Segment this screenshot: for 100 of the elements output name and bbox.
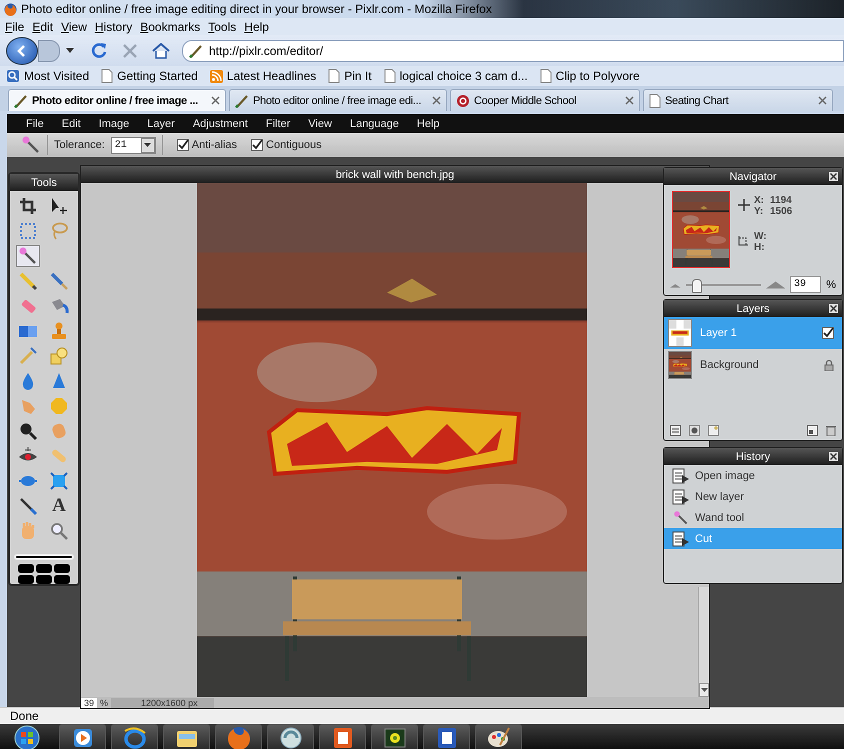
browser-tab[interactable]: Photo editor online / free image ...: [8, 89, 226, 111]
status-text: Done: [10, 709, 39, 723]
layer-row[interactable]: Background: [664, 349, 842, 381]
menu-item[interactable]: Language: [340, 118, 408, 130]
bookmark-item[interactable]: Latest Headlines: [210, 69, 316, 83]
close-button[interactable]: [829, 172, 838, 181]
tolerance-label: Tolerance:: [54, 139, 105, 151]
dropdown-icon[interactable]: [144, 142, 152, 148]
menu-item[interactable]: History: [94, 20, 132, 34]
bookmark-item[interactable]: Getting Started: [101, 69, 198, 83]
down-arrow-icon[interactable]: [700, 688, 708, 692]
checkbox-label[interactable]: Anti-alias: [192, 139, 238, 151]
menu-item[interactable]: View: [299, 118, 341, 130]
menu-item[interactable]: Image: [90, 118, 138, 130]
browser-tab[interactable]: Photo editor online / free image edi...: [229, 89, 447, 111]
zoom-field[interactable]: 39: [81, 698, 98, 708]
taskbar-button[interactable]: [423, 724, 470, 749]
feed-icon: [210, 70, 223, 82]
zoom-unit: %: [826, 278, 836, 290]
page-icon: [649, 94, 661, 108]
menu-item[interactable]: File: [17, 118, 53, 130]
wand-icon: [21, 135, 41, 155]
wand-icon: [18, 246, 38, 266]
layer-name: Layer 1: [700, 327, 738, 339]
pinch-icon: [49, 471, 69, 491]
slider-thumb[interactable]: [692, 278, 702, 292]
bookmark-item[interactable]: Pin It: [328, 69, 372, 83]
magnifier-icon: [18, 421, 38, 441]
menu-item[interactable]: Filter: [256, 118, 300, 130]
menu-item[interactable]: View: [61, 20, 87, 34]
menu-item[interactable]: Edit: [32, 20, 54, 34]
bookmark-item[interactable]: Clip to Polyvore: [540, 69, 640, 83]
panel-title: History: [736, 450, 770, 462]
size-label: H:: [754, 242, 766, 253]
close-icon[interactable]: [625, 96, 634, 105]
close-button[interactable]: [829, 452, 838, 461]
panel-title: Navigator: [729, 170, 777, 182]
layer-name: Background: [700, 359, 760, 371]
new-layer-icon[interactable]: [708, 424, 719, 436]
lock-icon: [824, 359, 834, 371]
tool-button[interactable]: [16, 245, 40, 267]
taskbar-button[interactable]: [475, 724, 522, 749]
checkbox[interactable]: [176, 139, 189, 151]
zoom-field[interactable]: 39: [790, 276, 822, 293]
layer-settings-icon[interactable]: [670, 424, 681, 436]
home-icon[interactable]: [152, 42, 170, 58]
color-swatch[interactable]: [14, 554, 74, 560]
document-icon: [672, 468, 690, 484]
document-icon: [672, 530, 690, 546]
taskbar-button[interactable]: [319, 724, 366, 749]
bookmark-item[interactable]: logical choice 3 cam d...: [384, 69, 528, 83]
address-field[interactable]: http://pixlr.com/editor/: [182, 40, 844, 62]
menu-item[interactable]: Edit: [52, 118, 90, 130]
checkbox[interactable]: [251, 139, 264, 151]
move-icon: [49, 196, 69, 216]
history-step[interactable]: New layer: [664, 486, 842, 507]
firefox-icon: [4, 2, 17, 16]
menu-item[interactable]: File: [5, 20, 24, 34]
browser-tab[interactable]: Cooper Middle School: [450, 89, 640, 111]
checkbox[interactable]: [822, 327, 834, 339]
taskbar-button[interactable]: [59, 724, 106, 749]
target-icon: [456, 94, 470, 108]
bookmarks-icon: [6, 69, 20, 83]
close-icon[interactable]: [211, 96, 220, 105]
menu-item[interactable]: Layer: [138, 118, 184, 130]
scrollbar[interactable]: [698, 587, 709, 697]
reload-icon[interactable]: [90, 42, 108, 60]
tool-button[interactable]: A: [47, 495, 71, 517]
pencil-icon: [18, 271, 38, 291]
dropdown-icon[interactable]: [66, 48, 74, 54]
menu-item[interactable]: Help: [244, 20, 269, 34]
close-icon[interactable]: [432, 96, 441, 105]
shapes-icon: [49, 346, 69, 366]
page-icon: [540, 69, 552, 83]
taskbar-button[interactable]: [111, 724, 158, 749]
menu-item[interactable]: Bookmarks: [140, 20, 200, 34]
mask-icon[interactable]: [689, 424, 700, 436]
menu-item[interactable]: Tools: [208, 20, 236, 34]
back-button[interactable]: [6, 36, 38, 64]
close-button[interactable]: [829, 304, 838, 313]
coordinate-value: 1506: [770, 206, 794, 217]
history-step[interactable]: Open image: [664, 465, 842, 486]
history-step[interactable]: Wand tool: [664, 507, 842, 528]
trash-icon[interactable]: [826, 424, 836, 436]
checkbox-label[interactable]: Contiguous: [266, 139, 322, 151]
taskbar-button[interactable]: [267, 724, 314, 749]
close-icon[interactable]: [818, 96, 827, 105]
tolerance-field[interactable]: 21: [110, 136, 156, 154]
bookmark-item[interactable]: Most Visited: [6, 69, 90, 83]
taskbar-button[interactable]: [163, 724, 210, 749]
menu-item[interactable]: Adjustment: [184, 118, 257, 130]
size-icon: [738, 235, 749, 246]
brush-icon: [14, 94, 28, 108]
duplicate-icon[interactable]: [807, 424, 818, 436]
window-title: Photo editor online / free image editing direct in your browser - Pixlr.com - Mozilla Firefox: [21, 2, 492, 16]
menu-item[interactable]: Help: [408, 118, 449, 130]
taskbar-button[interactable]: [371, 724, 418, 749]
panel-title: Layers: [736, 302, 770, 314]
page-icon: [384, 69, 396, 83]
browser-tab[interactable]: Seating Chart: [643, 89, 833, 111]
